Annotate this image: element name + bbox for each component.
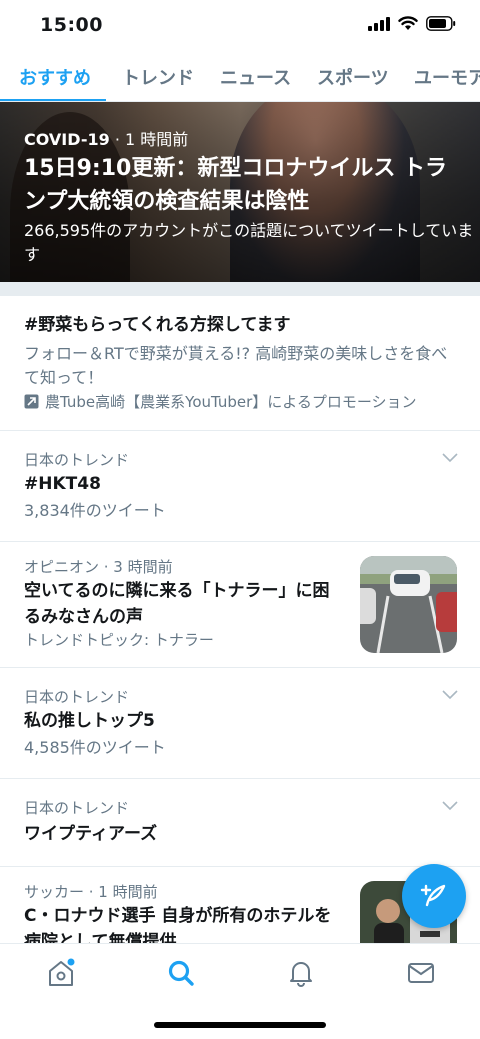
tab-news[interactable]: ニュース	[220, 64, 291, 90]
status-bar: 15:00	[0, 0, 480, 52]
trend-tweet-count: 3,834件のツイート	[24, 501, 166, 520]
tab-trends[interactable]: トレンド	[122, 64, 194, 90]
trend-title: #HKT48	[24, 474, 101, 494]
home-icon	[49, 958, 75, 986]
tab-sports[interactable]: スポーツ	[317, 64, 389, 90]
hero-source: COVID-19	[24, 130, 110, 149]
nav-search[interactable]	[166, 958, 196, 988]
section-divider	[0, 282, 480, 296]
promoted-by-label: 農Tube高崎【農業系YouTuber】によるプロモーション	[45, 393, 417, 411]
promoted-trend[interactable]: #野菜もらってくれる方探してます フォロー＆RTで野菜が貰える!? 高崎野菜の美…	[0, 296, 480, 431]
status-icons	[368, 16, 456, 31]
chevron-down-icon[interactable]	[442, 453, 458, 463]
mail-icon	[408, 963, 434, 983]
trend-meta: 日本のトレンド	[24, 688, 130, 706]
compose-tweet-button[interactable]	[402, 864, 466, 928]
bell-icon	[290, 962, 312, 987]
hero-news-card[interactable]: COVID-19 · 1 時間前 15日9:10更新：新型コロナウイルス トラン…	[0, 102, 480, 282]
tab-humor[interactable]: ユーモア	[414, 64, 480, 90]
status-time: 15:00	[40, 14, 103, 36]
wifi-icon	[398, 16, 418, 30]
tab-recommended[interactable]: おすすめ	[19, 64, 91, 90]
home-indicator	[154, 1022, 326, 1028]
hero-meta: COVID-19 · 1 時間前	[24, 130, 189, 149]
trend-meta: 日本のトレンド	[24, 451, 130, 469]
hero-subtitle: 266,595件のアカウントがこの話題についてツイートしています	[24, 221, 474, 264]
trend-meta: サッカー · 1 時間前	[24, 883, 158, 901]
trend-item[interactable]: 日本のトレンド #HKT48 3,834件のツイート	[0, 431, 480, 542]
hero-time: 1 時間前	[125, 130, 189, 149]
explore-tabs: おすすめ トレンド ニュース スポーツ ユーモア	[0, 52, 480, 102]
promoted-by-row: 農Tube高崎【農業系YouTuber】によるプロモーション	[24, 391, 417, 412]
signal-icon	[368, 16, 390, 31]
search-icon	[168, 960, 194, 986]
trend-title: 私の推しトップ5	[24, 711, 155, 731]
trend-title: C・ロナウド選手 自身が所有のホテルを病院として無償提供	[24, 906, 332, 943]
battery-icon	[426, 16, 456, 31]
trend-item[interactable]: 日本のトレンド 私の推しトップ5 4,585件のツイート	[0, 668, 480, 779]
trend-meta: 日本のトレンド	[24, 799, 130, 817]
nav-home[interactable]	[46, 958, 76, 988]
compose-tweet-icon	[420, 884, 446, 907]
trend-meta: オピニオン · 3 時間前	[24, 558, 173, 576]
trend-title: 空いてるのに隣に来る「トナラー」に困るみなさんの声	[24, 581, 330, 627]
trend-title: ワイプティアーズ	[24, 824, 158, 844]
hero-title: 15日9:10更新：新型コロナウイルス トランプ大統領の検査結果は陰性	[24, 156, 447, 214]
trend-tweet-count: 4,585件のツイート	[24, 738, 166, 757]
nav-messages[interactable]	[406, 958, 436, 988]
promoted-icon	[24, 394, 39, 409]
trend-item[interactable]: オピニオン · 3 時間前 空いてるのに隣に来る「トナラー」に困るみなさんの声 …	[0, 542, 480, 668]
trend-topic: トレンドトピック: トナラー	[24, 631, 214, 649]
chevron-down-icon[interactable]	[442, 801, 458, 811]
trend-thumbnail	[360, 556, 457, 653]
promoted-description: フォロー＆RTで野菜が貰える!? 高崎野菜の美味しさを食べて知って！	[24, 344, 448, 387]
nav-notifications[interactable]	[286, 958, 316, 988]
promoted-title: #野菜もらってくれる方探してます	[24, 315, 291, 335]
chevron-down-icon[interactable]	[442, 690, 458, 700]
trend-item[interactable]: 日本のトレンド ワイプティアーズ	[0, 779, 480, 867]
